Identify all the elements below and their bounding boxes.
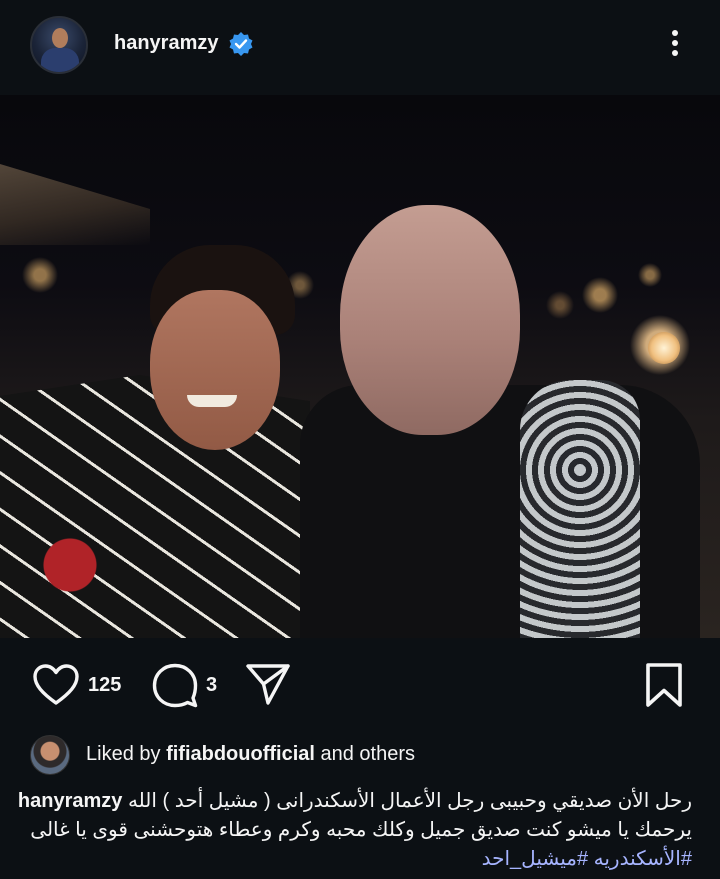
profile-avatar[interactable] <box>30 16 88 74</box>
more-options-icon[interactable] <box>664 26 686 68</box>
caption-text-1: رحل الأن صديقي وحبيبى رجل الأعمال الأسكن… <box>127 790 692 812</box>
save-bookmark-icon[interactable] <box>644 662 684 708</box>
share-send-icon[interactable] <box>244 662 292 706</box>
post-header: hanyramzy <box>0 0 720 95</box>
caption-line-1: رحل الأن صديقي وحبيبى رجل الأعمال الأسكن… <box>18 788 692 813</box>
post-username[interactable]: hanyramzy <box>114 32 219 55</box>
liked-by-text[interactable]: Liked by fifiabdouofficial and others <box>86 743 415 766</box>
comment-icon[interactable] <box>151 662 199 708</box>
post-caption: رحل الأن صديقي وحبيبى رجل الأعمال الأسكن… <box>0 780 720 879</box>
likes-count[interactable]: 125 <box>88 674 121 697</box>
caption-username[interactable]: hanyramzy <box>18 790 123 812</box>
verified-badge-icon <box>229 32 253 56</box>
liked-by-prefix: Liked by <box>86 743 167 765</box>
like-heart-icon[interactable] <box>32 663 80 707</box>
liked-by-user[interactable]: fifiabdouofficial <box>166 743 315 765</box>
post-actions-bar: 125 3 <box>0 638 720 728</box>
comments-count[interactable]: 3 <box>206 674 217 697</box>
caption-line-2: يرحمك يا ميشو كنت صديق جميل وكلك محبه وك… <box>30 819 692 841</box>
liked-by-suffix: and others <box>314 743 416 765</box>
post-photo[interactable] <box>0 95 720 638</box>
liker-avatar[interactable] <box>30 735 70 775</box>
liked-by-row: Liked by fifiabdouofficial and others <box>0 728 720 778</box>
caption-hashtags[interactable]: #الأسكندريه #ميشيل_احد <box>482 846 692 871</box>
